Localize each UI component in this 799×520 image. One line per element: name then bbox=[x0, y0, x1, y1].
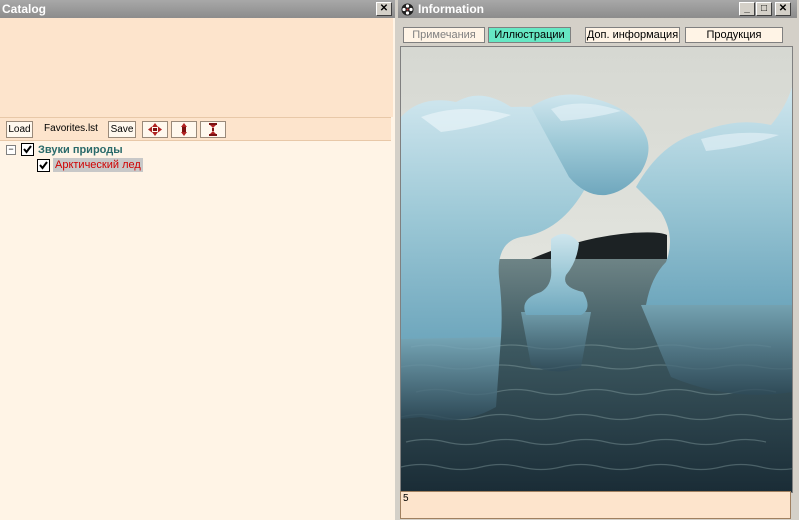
minimize-icon: _ bbox=[744, 3, 750, 14]
catalog-toolbar: Load Favorites.lst Save bbox=[0, 117, 391, 141]
catalog-title: Catalog bbox=[2, 2, 47, 16]
film-reel-icon bbox=[401, 3, 414, 16]
checkmark-icon bbox=[39, 161, 48, 170]
tree-item-label: Звуки природы bbox=[38, 144, 123, 156]
info-status-bar: 5 bbox=[400, 491, 791, 519]
close-icon: ✕ bbox=[379, 3, 389, 14]
image-counter: 5 bbox=[403, 493, 409, 504]
tab-extra-info[interactable]: Доп. информация bbox=[585, 27, 680, 43]
info-titlebar[interactable]: Information _ □ ✕ bbox=[398, 0, 797, 18]
favorites-file-name: Favorites.lst bbox=[44, 123, 98, 134]
tree-checkbox-nature-sounds[interactable] bbox=[21, 143, 34, 156]
move-down-button[interactable] bbox=[200, 121, 226, 138]
move-down-icon bbox=[209, 123, 217, 136]
info-title: Information bbox=[418, 2, 484, 16]
minimize-button[interactable]: _ bbox=[739, 2, 755, 16]
tree-item-nature-sounds[interactable]: − Звуки природы bbox=[6, 143, 206, 157]
close-icon: ✕ bbox=[778, 3, 788, 14]
maximize-button[interactable]: □ bbox=[756, 2, 772, 16]
illustration-image bbox=[401, 47, 792, 492]
catalog-titlebar[interactable]: Catalog ✕ bbox=[0, 0, 395, 18]
info-close-button[interactable]: ✕ bbox=[775, 2, 791, 16]
catalog-empty-area bbox=[0, 18, 393, 117]
load-button[interactable]: Load bbox=[6, 121, 33, 138]
checkmark-icon bbox=[23, 145, 32, 154]
tree-item-label-selected: Арктический лед bbox=[53, 158, 143, 172]
info-tab-bar: Примечания Иллюстрации Доп. информация П… bbox=[398, 24, 792, 44]
tab-illustrations[interactable]: Иллюстрации bbox=[488, 27, 571, 43]
tree-checkbox-arctic-ice[interactable] bbox=[37, 159, 50, 172]
move-all-icon bbox=[148, 123, 162, 136]
move-up-icon bbox=[181, 123, 187, 136]
move-up-button[interactable] bbox=[171, 121, 197, 138]
tree-item-arctic-ice[interactable]: Арктический лед bbox=[37, 158, 157, 173]
tab-notes[interactable]: Примечания bbox=[403, 27, 485, 43]
save-button[interactable]: Save bbox=[108, 121, 136, 138]
catalog-window: Catalog ✕ Load Favorites.lst Save − Звук… bbox=[0, 0, 395, 520]
catalog-close-button[interactable]: ✕ bbox=[376, 2, 392, 16]
tab-products[interactable]: Продукция bbox=[685, 27, 783, 43]
collapse-icon[interactable]: − bbox=[6, 145, 16, 155]
maximize-icon: □ bbox=[760, 3, 768, 14]
move-all-button[interactable] bbox=[142, 121, 168, 138]
information-window: Information _ □ ✕ Примечания Иллюстрации… bbox=[398, 0, 799, 520]
iceberg-arch-photo bbox=[400, 46, 793, 493]
